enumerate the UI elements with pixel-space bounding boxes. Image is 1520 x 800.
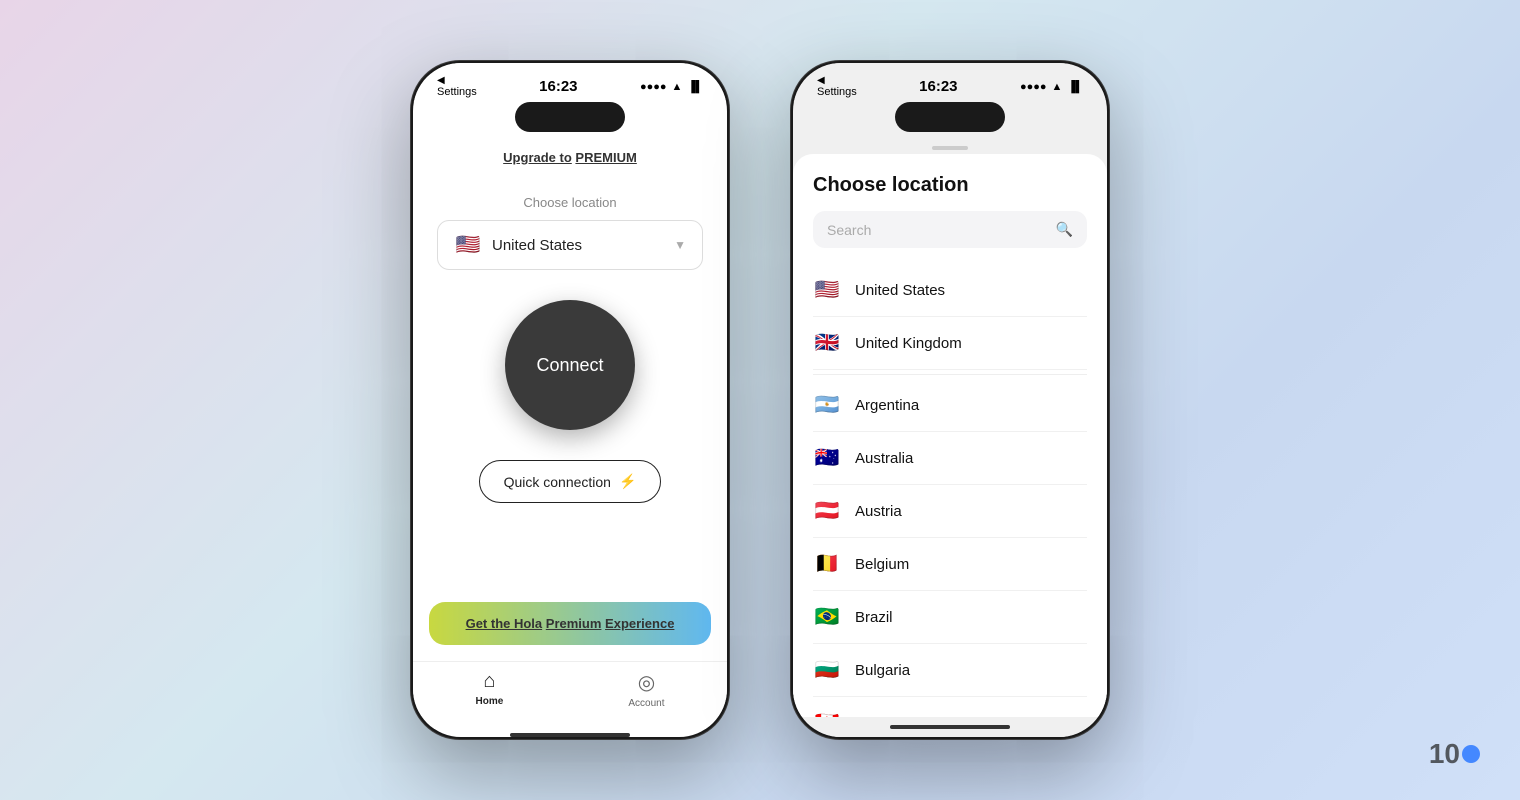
account-icon: ◎ [638,670,655,695]
country-item-ar[interactable]: 🇦🇷 Argentina [813,379,1087,432]
flag-bg: 🇧🇬 [813,656,841,684]
location-selector[interactable]: 🇺🇸 United States ▼ [437,220,703,270]
home-icon: ⌂ [483,670,495,693]
country-item-bg[interactable]: 🇧🇬 Bulgaria [813,644,1087,697]
nav-account[interactable]: ◎ Account [628,670,664,709]
country-name-us: United States [855,282,945,299]
flag-us: 🇺🇸 [813,276,841,304]
country-name-bg: Bulgaria [855,662,910,679]
phones-container: ◀ Settings 16:23 ●●●● ▲ ▐▌ Upgrade to PR… [410,60,1110,740]
phone2-content: Choose location Search 🔍 🇺🇸 United State… [793,140,1107,737]
flag-ar: 🇦🇷 [813,391,841,419]
country-name-ca: Canada [855,715,908,718]
watermark: 10 [1429,738,1480,770]
phone-2: ◀ Settings 16:23 ●●●● ▲ ▐▌ Choose locat [790,60,1110,740]
country-item-us[interactable]: 🇺🇸 United States [813,264,1087,317]
back-arrow-2: ◀ [817,75,825,86]
battery-icon-2: ▐▌ [1067,81,1083,93]
back-arrow-1: ◀ [437,75,445,86]
country-item-br[interactable]: 🇧🇷 Brazil [813,591,1087,644]
phone1-content: Upgrade to PREMIUM Choose location 🇺🇸 Un… [413,140,727,602]
country-name-uk: United Kingdom [855,335,962,352]
flag-uk: 🇬🇧 [813,329,841,357]
quick-connection-button[interactable]: Quick connection ⚡ [479,460,662,503]
watermark-dot [1462,745,1480,763]
watermark-text: 10 [1429,738,1460,770]
signal-icon-2: ●●●● [1020,81,1047,93]
status-back-2: ◀ Settings [817,75,857,98]
search-icon: 🔍 [1056,221,1073,238]
country-item-at[interactable]: 🇦🇹 Austria [813,485,1087,538]
sheet-handle [793,140,1107,154]
search-bar[interactable]: Search 🔍 [813,211,1087,248]
connect-button[interactable]: Connect [505,300,635,430]
country-name-at: Austria [855,503,902,520]
flag-au: 🇦🇺 [813,444,841,472]
country-name-ar: Argentina [855,397,919,414]
status-time-1: 16:23 [539,78,577,95]
country-name-au: Australia [855,450,913,467]
chevron-down-icon: ▼ [674,238,686,252]
wifi-icon-1: ▲ [672,81,683,93]
nav-home[interactable]: ⌂ Home [476,670,504,709]
country-item-au[interactable]: 🇦🇺 Australia [813,432,1087,485]
battery-icon-1: ▐▌ [687,81,703,93]
phone-1: ◀ Settings 16:23 ●●●● ▲ ▐▌ Upgrade to PR… [410,60,730,740]
country-name-be: Belgium [855,556,909,573]
bottom-nav: ⌂ Home ◎ Account [413,661,727,729]
choose-location-title: Choose location [813,174,1087,197]
country-list: 🇺🇸 United States 🇬🇧 United Kingdom 🇦🇷 Ar… [813,264,1087,717]
section-divider [813,374,1087,375]
back-label-2: Settings [817,86,857,98]
home-label: Home [476,696,504,707]
lightning-icon: ⚡ [619,473,636,490]
home-indicator-1 [510,733,630,737]
sheet-content: Choose location Search 🔍 🇺🇸 United State… [793,154,1107,717]
premium-text-end: Experience [605,616,674,631]
premium-banner[interactable]: Get the Hola Premium Experience [429,602,711,645]
selected-country-name: United States [492,237,664,254]
status-bar-2: ◀ Settings 16:23 ●●●● ▲ ▐▌ [793,63,1107,102]
connect-button-label: Connect [536,355,603,376]
selected-flag: 🇺🇸 [454,231,482,259]
flag-be: 🇧🇪 [813,550,841,578]
choose-location-label: Choose location [523,195,616,210]
upgrade-prefix: Upgrade to [503,150,572,165]
dynamic-island-2 [895,102,1005,132]
signal-icon-1: ●●●● [640,81,667,93]
flag-at: 🇦🇹 [813,497,841,525]
country-item-ca[interactable]: 🇨🇦 Canada [813,697,1087,717]
flag-br: 🇧🇷 [813,603,841,631]
account-label: Account [628,698,664,709]
upgrade-link[interactable]: PREMIUM [575,150,636,165]
status-bar-1: ◀ Settings 16:23 ●●●● ▲ ▐▌ [413,63,727,102]
upgrade-banner[interactable]: Upgrade to PREMIUM [503,150,637,165]
country-item-uk[interactable]: 🇬🇧 United Kingdom [813,317,1087,370]
premium-link[interactable]: Premium [546,616,602,631]
status-time-2: 16:23 [919,78,957,95]
status-back-1: ◀ Settings [437,75,477,98]
country-name-br: Brazil [855,609,893,626]
status-icons-1: ●●●● ▲ ▐▌ [640,81,703,93]
dynamic-island-1 [515,102,625,132]
home-indicator-2 [890,725,1010,729]
flag-ca: 🇨🇦 [813,709,841,717]
status-icons-2: ●●●● ▲ ▐▌ [1020,81,1083,93]
wifi-icon-2: ▲ [1052,81,1063,93]
country-item-be[interactable]: 🇧🇪 Belgium [813,538,1087,591]
quick-connection-label: Quick connection [504,474,611,490]
back-label-1: Settings [437,86,477,98]
search-input[interactable]: Search [827,222,1048,238]
handle-bar [932,146,968,150]
premium-text-start: Get the Hola [466,616,543,631]
